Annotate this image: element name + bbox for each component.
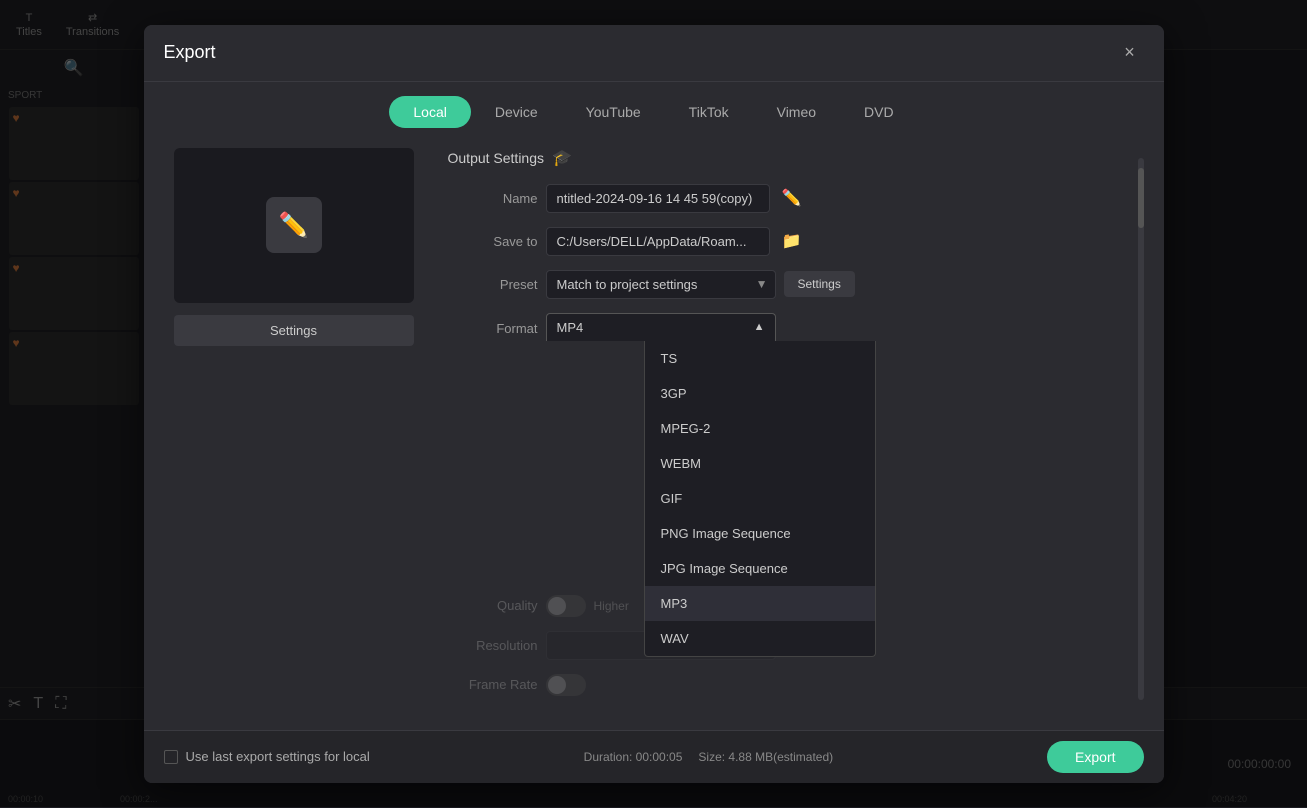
footer-info: Duration: 00:00:05 Size: 4.88 MB(estimat…	[584, 750, 833, 764]
resolution-label: Resolution	[448, 638, 538, 653]
modal-body: ✏️ Settings Output Settings 🎓 Name ✏️	[144, 128, 1164, 730]
settings-panel: Output Settings 🎓 Name ✏️ Save to	[448, 148, 1144, 710]
preset-select-wrapper: Match to project settings ▼	[546, 270, 776, 299]
format-option-wav[interactable]: WAV	[645, 621, 875, 656]
format-chevron-icon: ▲	[754, 321, 765, 333]
format-option-png-seq[interactable]: PNG Image Sequence	[645, 516, 875, 551]
folder-icon[interactable]: 📁	[778, 227, 806, 255]
footer-left: Use last export settings for local	[164, 749, 370, 764]
format-select-display[interactable]: MP4 ▲	[546, 313, 776, 341]
preview-panel: ✏️ Settings	[164, 148, 424, 710]
frame-rate-label: Frame Rate	[448, 677, 538, 692]
preview-box: ✏️	[174, 148, 414, 303]
duration-label: Duration: 00:00:05	[584, 750, 683, 764]
modal-scrollbar-thumb	[1138, 168, 1144, 228]
quality-toggle-knob	[548, 597, 566, 615]
format-option-mpeg2[interactable]: MPEG-2	[645, 411, 875, 446]
quality-toggle[interactable]	[546, 595, 586, 617]
frame-rate-toggle[interactable]	[546, 674, 586, 696]
use-last-settings-checkbox[interactable]	[164, 750, 178, 764]
tab-dvd[interactable]: DVD	[840, 96, 918, 128]
preset-select[interactable]: Match to project settings	[546, 270, 776, 299]
tab-tiktok[interactable]: TikTok	[665, 96, 753, 128]
preset-row: Preset Match to project settings ▼ Setti…	[448, 270, 1144, 299]
ai-edit-icon[interactable]: ✏️	[778, 184, 806, 212]
format-label: Format	[448, 321, 538, 336]
format-option-gif[interactable]: GIF	[645, 481, 875, 516]
modal-scrollbar[interactable]	[1138, 158, 1144, 700]
frame-rate-toggle-knob	[548, 676, 566, 694]
quality-label: Quality	[448, 598, 538, 613]
tab-youtube[interactable]: YouTube	[562, 96, 665, 128]
edit-button[interactable]: Settings	[174, 315, 414, 346]
name-input-group: ✏️	[546, 184, 806, 213]
frame-rate-row: Frame Rate	[448, 674, 1144, 696]
name-input[interactable]	[546, 184, 770, 213]
size-label: Size: 4.88 MB(estimated)	[698, 750, 833, 764]
modal-overlay: Export × Local Device YouTube TikTok Vim…	[0, 0, 1307, 807]
tab-vimeo[interactable]: Vimeo	[753, 96, 840, 128]
preview-edit-icon: ✏️	[266, 197, 322, 253]
output-settings-title: Output Settings	[448, 150, 545, 166]
format-option-ts[interactable]: TS	[645, 341, 875, 376]
tabs-bar: Local Device YouTube TikTok Vimeo DVD	[144, 82, 1164, 128]
format-row: Format MP4 ▲ TS 3GP MPEG-2 WEBM GIF PN	[448, 313, 1144, 341]
tab-device[interactable]: Device	[471, 96, 562, 128]
name-label: Name	[448, 191, 538, 206]
save-to-label: Save to	[448, 234, 538, 249]
export-button[interactable]: Export	[1047, 741, 1143, 773]
settings-button[interactable]: Settings	[784, 271, 855, 297]
preset-label: Preset	[448, 277, 538, 292]
save-to-row: Save to 📁	[448, 227, 1144, 256]
quality-hint: Higher	[594, 599, 629, 613]
save-to-input-group: 📁	[546, 227, 806, 256]
format-option-webm[interactable]: WEBM	[645, 446, 875, 481]
format-selected-value: MP4	[557, 320, 584, 335]
modal-close-button[interactable]: ×	[1116, 39, 1144, 67]
export-modal: Export × Local Device YouTube TikTok Vim…	[144, 25, 1164, 783]
output-settings-header: Output Settings 🎓	[448, 148, 1144, 168]
format-option-mp3[interactable]: MP3	[645, 586, 875, 621]
format-option-jpg-seq[interactable]: JPG Image Sequence	[645, 551, 875, 586]
modal-header: Export ×	[144, 25, 1164, 82]
modal-title: Export	[164, 42, 216, 63]
modal-footer: Use last export settings for local Durat…	[144, 730, 1164, 783]
name-row: Name ✏️	[448, 184, 1144, 213]
tab-local[interactable]: Local	[389, 96, 470, 128]
graduation-icon: 🎓	[552, 148, 572, 168]
format-dropdown-list: TS 3GP MPEG-2 WEBM GIF PNG Image Sequenc…	[644, 341, 876, 657]
format-option-3gp[interactable]: 3GP	[645, 376, 875, 411]
save-to-input[interactable]	[546, 227, 770, 256]
use-last-settings-label: Use last export settings for local	[186, 749, 370, 764]
